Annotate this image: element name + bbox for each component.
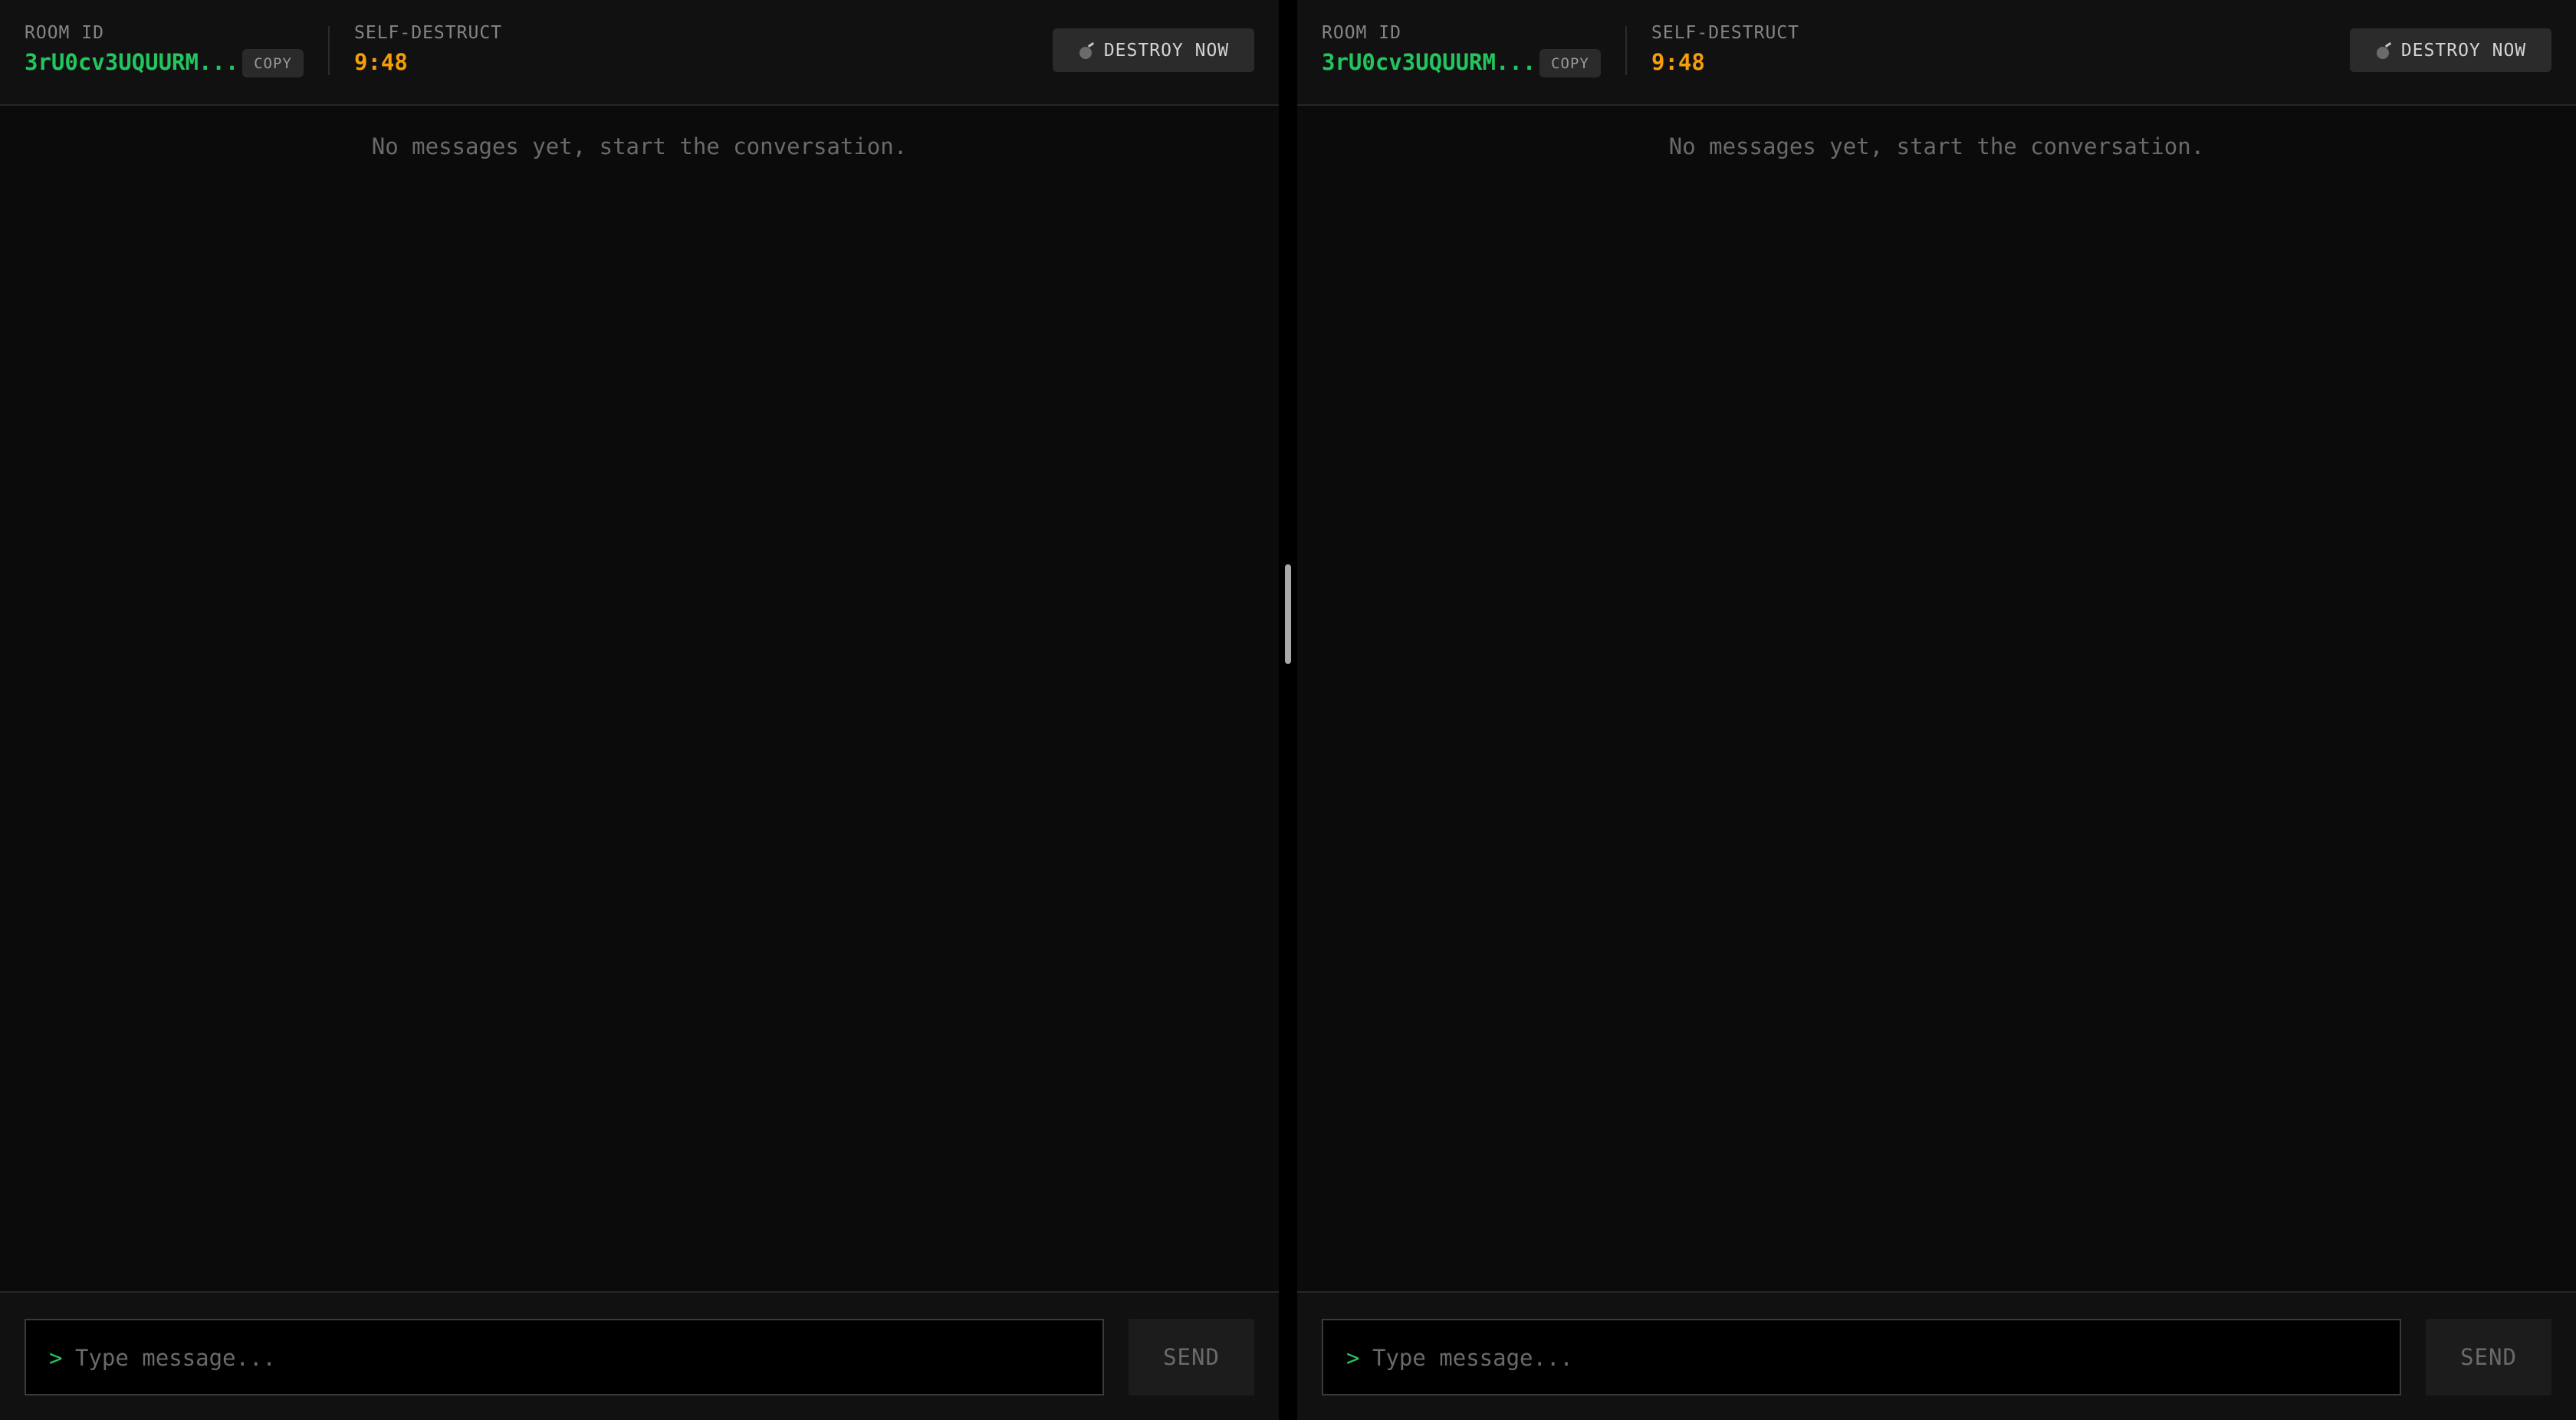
copy-room-id-button[interactable]: COPY: [1539, 49, 1601, 77]
copy-room-id-button[interactable]: COPY: [242, 49, 304, 77]
split-view: ROOM ID 3rU0cv3UQUURM... COPY SELF-DESTR…: [0, 0, 2576, 1420]
empty-state-text: No messages yet, start the conversation.: [1668, 133, 2205, 159]
bomb-icon: [1078, 42, 1095, 59]
split-divider[interactable]: [1279, 0, 1297, 1420]
room-id-label: ROOM ID: [25, 23, 104, 43]
send-button[interactable]: SEND: [2426, 1319, 2551, 1395]
room-id-value: 3rU0cv3UQUURM...: [25, 49, 239, 75]
room-header: ROOM ID 3rU0cv3UQUURM... COPY SELF-DESTR…: [1297, 0, 2576, 106]
empty-state-text: No messages yet, start the conversation.: [371, 133, 908, 159]
prompt-symbol: >: [1346, 1345, 1360, 1371]
header-divider: [1625, 26, 1627, 75]
composer: > SEND: [0, 1291, 1279, 1420]
destroy-now-button[interactable]: DESTROY NOW: [2350, 28, 2551, 72]
resize-handle[interactable]: [1285, 564, 1291, 664]
prompt-symbol: >: [49, 1345, 63, 1371]
message-input-box[interactable]: >: [25, 1319, 1104, 1395]
message-input-box[interactable]: >: [1322, 1319, 2401, 1395]
destroy-now-label: DESTROY NOW: [2400, 40, 2527, 61]
destroy-now-button[interactable]: DESTROY NOW: [1053, 28, 1254, 72]
header-divider: [328, 26, 330, 75]
message-input[interactable]: [1372, 1339, 2369, 1377]
chat-pane-right: ROOM ID 3rU0cv3UQUURM... COPY SELF-DESTR…: [1297, 0, 2576, 1420]
message-list: No messages yet, start the conversation.: [0, 107, 1279, 1291]
self-destruct-timer: 9:48: [1651, 49, 1705, 75]
send-button[interactable]: SEND: [1129, 1319, 1254, 1395]
room-id-value: 3rU0cv3UQUURM...: [1322, 49, 1536, 75]
message-input[interactable]: [75, 1339, 1072, 1377]
composer: > SEND: [1297, 1291, 2576, 1420]
message-list: No messages yet, start the conversation.: [1297, 107, 2576, 1291]
self-destruct-timer: 9:48: [354, 49, 408, 75]
destroy-now-label: DESTROY NOW: [1103, 40, 1230, 61]
self-destruct-label: SELF-DESTRUCT: [354, 23, 503, 43]
self-destruct-label: SELF-DESTRUCT: [1651, 23, 1800, 43]
bomb-icon: [2375, 42, 2392, 59]
room-header: ROOM ID 3rU0cv3UQUURM... COPY SELF-DESTR…: [0, 0, 1279, 106]
chat-pane-left: ROOM ID 3rU0cv3UQUURM... COPY SELF-DESTR…: [0, 0, 1279, 1420]
room-id-label: ROOM ID: [1322, 23, 1401, 43]
